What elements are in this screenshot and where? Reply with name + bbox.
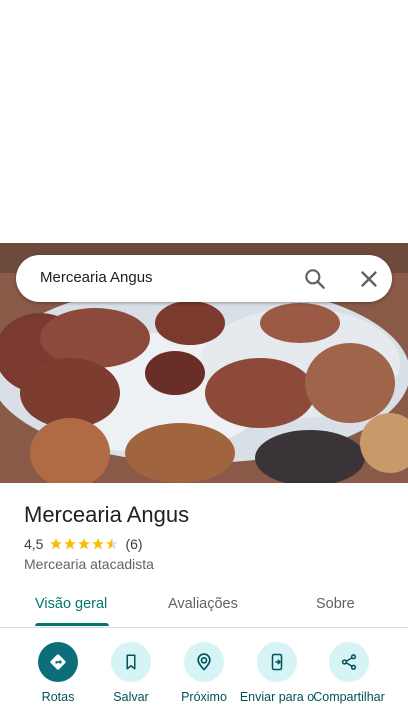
share-icon [329,642,369,682]
close-icon[interactable] [356,266,382,292]
tab-overview[interactable]: Visão geral [35,596,107,612]
review-count[interactable]: (6) [125,536,142,552]
directions-button[interactable]: Rotas [18,642,98,704]
search-input[interactable]: Mercearia Angus [40,269,153,286]
place-title: Mercearia Angus [24,502,190,527]
active-tab-indicator [35,623,109,626]
star-icon [92,538,105,550]
search-bar[interactable]: Mercearia Angus [16,255,392,302]
star-icon [78,538,91,550]
tab-reviews[interactable]: Avaliações [168,596,238,612]
star-icon [50,538,63,550]
nearby-button[interactable]: Próximo [164,642,244,704]
nearby-icon [184,642,224,682]
share-button[interactable]: Compartilhar [309,642,389,704]
nearby-label: Próximo [181,690,227,704]
send-to-phone-button[interactable]: Enviar para o [237,642,317,704]
place-category: Mercearia atacadista [24,556,154,572]
save-label: Salvar [113,690,149,704]
search-icon[interactable] [302,266,328,292]
directions-label: Rotas [41,690,75,704]
rating-stars [49,537,119,551]
tab-bar: Visão geral Avaliações Sobre [0,585,408,627]
tab-about[interactable]: Sobre [316,596,355,612]
rating-value: 4,5 [24,536,44,552]
bookmark-icon [111,642,151,682]
half-star-icon [106,538,119,550]
send-to-phone-label: Enviar para o [239,690,315,704]
directions-icon [38,642,78,682]
divider [0,627,408,628]
send-to-phone-icon [257,642,297,682]
star-icon [64,538,77,550]
share-label: Compartilhar [313,690,385,704]
save-button[interactable]: Salvar [91,642,171,704]
rating-row[interactable]: 4,5 (6) [24,536,143,552]
